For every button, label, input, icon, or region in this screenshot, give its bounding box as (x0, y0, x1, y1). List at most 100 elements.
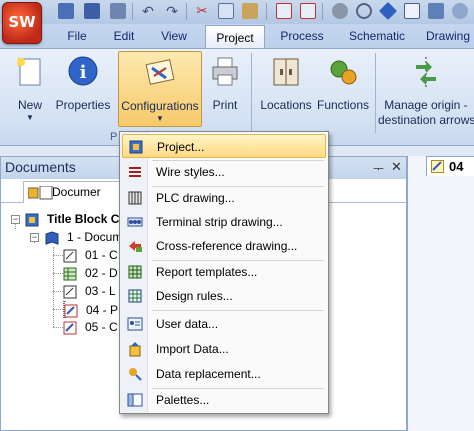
tab-edit[interactable]: Edit (108, 24, 140, 48)
tab-file[interactable]: File (62, 24, 92, 48)
new-button[interactable]: New ▼ (6, 51, 54, 127)
tree-item-label: 01 - C (85, 248, 118, 262)
tree-guide-line (53, 247, 54, 327)
toolbar-separator (132, 3, 133, 20)
pin-icon[interactable]: ᅮ (373, 160, 384, 177)
wire-styles-icon (127, 164, 143, 180)
tree-root-label: Title Block C (47, 212, 120, 226)
manage-origin-label-line1: Manage origin - (384, 98, 468, 112)
design-rules-icon (127, 288, 143, 304)
menu-item-data-replacement[interactable]: Data replacement... (122, 362, 326, 386)
scheme-sheet-icon (63, 321, 77, 335)
documents-tab[interactable]: Documer (23, 181, 123, 203)
print-quick-icon[interactable] (110, 3, 126, 19)
menu-item-design-rules[interactable]: Design rules... (122, 284, 326, 308)
tab-view[interactable]: View (156, 24, 192, 48)
tree-item-label: 05 - C (85, 320, 118, 334)
document-tab[interactable]: 04 (426, 156, 474, 176)
tab-schematic[interactable]: Schematic (344, 24, 410, 48)
menu-item-terminal-strip-drawing[interactable]: Terminal strip drawing... (122, 210, 326, 234)
app-logo[interactable]: SW (2, 2, 42, 44)
configurations-button[interactable]: Configurations ▼ (118, 51, 202, 127)
tab-process[interactable]: Process (276, 24, 328, 48)
menu-item-cross-reference-drawing[interactable]: Cross-reference drawing... (122, 234, 326, 258)
menu-separator (152, 310, 324, 311)
tree-guide-line (53, 327, 63, 328)
documents-tab-icon (27, 185, 53, 200)
tab-project[interactable]: Project (205, 25, 265, 49)
page-next-icon[interactable] (300, 3, 316, 19)
ribbon-tab-bar: File Edit View Project Process Schematic… (0, 24, 474, 49)
tree-guide-line (53, 291, 63, 292)
tree-collapse-toggle[interactable]: − (11, 215, 20, 224)
plc-drawing-icon (127, 190, 143, 206)
cross-reference-icon (127, 238, 143, 254)
printer-icon (209, 55, 241, 89)
menu-item-report-templates[interactable]: Report templates... (122, 260, 326, 284)
chevron-down-icon: ▼ (156, 114, 164, 123)
zoom-icon[interactable] (356, 3, 372, 19)
tree-item-label: 03 - L (85, 284, 116, 298)
tree-item[interactable]: 04 - P (63, 301, 118, 318)
menu-item-user-data[interactable]: User data... (122, 312, 326, 336)
print-label: Print (212, 98, 238, 112)
palettes-icon (127, 392, 143, 408)
open-icon[interactable] (58, 3, 74, 19)
new-label: New (17, 98, 42, 112)
menu-item-plc-drawing[interactable]: PLC drawing... (122, 186, 326, 210)
print-button[interactable]: Print (206, 51, 244, 127)
menu-item-wire-styles[interactable]: Wire styles... (122, 160, 326, 184)
wheel-icon[interactable] (332, 3, 348, 19)
locations-button[interactable]: Locations (258, 51, 314, 127)
import-data-icon (127, 341, 143, 357)
menu-item-project[interactable]: Project... (122, 134, 326, 158)
configurations-label: Configurations (121, 99, 199, 113)
menu-item-label: Cross-reference drawing... (156, 239, 298, 253)
toolbar-separator (322, 3, 323, 20)
navigate-icon[interactable] (378, 1, 398, 21)
manage-origin-button[interactable]: Manage origin - destination arrows (378, 51, 474, 127)
menu-item-label: Design rules... (156, 289, 233, 303)
drawing-sheet-icon (63, 249, 77, 263)
locations-label: Locations (260, 98, 312, 112)
properties-label: Properties (55, 98, 111, 112)
menu-item-import-data[interactable]: Import Data... (122, 337, 326, 361)
cut-icon[interactable]: ✂ (194, 3, 210, 19)
menu-item-label: Wire styles... (156, 165, 225, 179)
functions-button[interactable]: Functions (314, 51, 372, 127)
close-icon[interactable]: ✕ (391, 159, 402, 175)
new-document-icon (14, 55, 46, 89)
menu-item-palettes[interactable]: Palettes... (122, 388, 326, 412)
documents-panel-title: Documents (5, 159, 76, 175)
settings-icon[interactable] (452, 3, 468, 19)
tree-item-label: 02 - D (85, 266, 118, 280)
svg-text:i: i (80, 62, 87, 83)
quick-access-toolbar: ↶ ↷ ✂ (0, 0, 474, 24)
document-tab-label: 04 (449, 159, 464, 174)
menu-item-label: User data... (156, 317, 219, 331)
page-previous-icon[interactable] (276, 3, 292, 19)
paste-icon[interactable] (242, 3, 258, 19)
tree-collapse-toggle[interactable]: − (30, 233, 39, 242)
properties-button[interactable]: i Properties (54, 51, 112, 127)
zoom-window-icon[interactable] (404, 3, 420, 19)
undo-icon[interactable]: ↶ (140, 3, 156, 19)
scheme-sheet-icon (64, 304, 78, 318)
copy-icon[interactable] (218, 3, 234, 19)
manage-origin-label-line2: destination arrows (378, 113, 474, 127)
menu-item-label: Terminal strip drawing... (156, 215, 283, 229)
ribbon-separator (375, 53, 376, 133)
functions-label: Functions (316, 98, 370, 112)
chevron-down-icon: ▼ (26, 113, 34, 122)
scheme-sheet-icon (431, 160, 444, 173)
drawing-sheet-icon (63, 285, 77, 299)
tab-drawing[interactable]: Drawing (426, 24, 474, 48)
menu-item-label: Report templates... (156, 265, 258, 279)
save-icon[interactable] (84, 3, 100, 19)
tree-guide-line (53, 273, 63, 274)
menu-item-label: Palettes... (156, 393, 210, 407)
locations-icon (270, 55, 302, 89)
zoom-fit-icon[interactable] (428, 3, 444, 19)
tree-item-label: 04 - P (86, 303, 119, 317)
redo-icon[interactable]: ↷ (164, 3, 180, 19)
